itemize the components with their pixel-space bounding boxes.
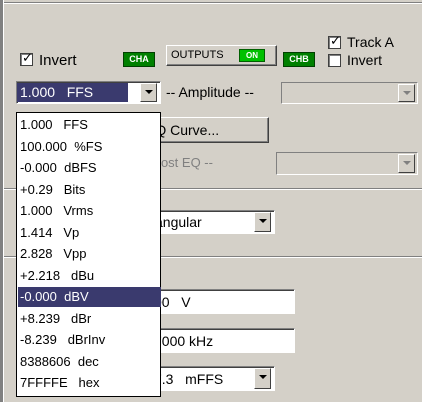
chevron-down-icon bbox=[259, 219, 267, 223]
unit-option[interactable]: 100.000 %FS bbox=[18, 137, 161, 157]
amplitude-b-select bbox=[281, 82, 418, 104]
unit-option[interactable]: 7FFFFE hex bbox=[18, 373, 161, 393]
track-a-checkbox[interactable]: ✓ bbox=[328, 33, 341, 49]
cha-badge: CHA bbox=[123, 52, 155, 67]
unit-dropdown-list[interactable]: 1.000 FFS 100.000 %FS -0.000 dBFS +0.29 Bit… bbox=[16, 112, 161, 397]
waveform-dropdown-button[interactable] bbox=[254, 212, 271, 232]
outputs-button[interactable]: OUTPUTS ON bbox=[166, 45, 277, 66]
amplitude-label: -- Amplitude -- bbox=[166, 84, 254, 100]
unit-option[interactable]: 2.828 Vpp bbox=[18, 244, 161, 264]
amplitude-b-dropdown-button bbox=[398, 84, 415, 102]
post-eq-dropdown-button bbox=[398, 154, 415, 173]
frequency-value: 7000 kHz bbox=[154, 333, 214, 349]
unit-option[interactable]: -0.000 dBV bbox=[18, 287, 161, 307]
chb-badge: CHB bbox=[283, 52, 315, 67]
unit-option[interactable]: +0.29 Bits bbox=[18, 180, 161, 200]
check-mark-icon: ✓ bbox=[330, 33, 341, 48]
chevron-down-icon bbox=[403, 161, 411, 165]
track-a-label: Track A bbox=[347, 34, 394, 50]
amplitude-unit-value: 1.000 FFS bbox=[17, 83, 128, 102]
outputs-label: OUTPUTS bbox=[171, 49, 224, 61]
top-separator-highlight bbox=[4, 3, 422, 4]
unit-option[interactable]: +2.218 dBu bbox=[18, 266, 161, 286]
amplitude-unit-select[interactable]: 1.000 FFS bbox=[16, 81, 161, 104]
unit-option[interactable]: +8.239 dBr bbox=[18, 309, 161, 329]
unit-option[interactable]: 1.000 Vrms bbox=[18, 201, 161, 221]
window-left-highlight bbox=[3, 0, 4, 402]
unit-option[interactable]: 1.000 FFS bbox=[18, 115, 161, 135]
invert-b-label: Invert bbox=[347, 52, 383, 68]
outputs-on-badge: ON bbox=[239, 49, 265, 62]
check-mark-icon: ✓ bbox=[22, 50, 33, 65]
invert-a-checkbox[interactable]: ✓ bbox=[20, 50, 33, 66]
chevron-down-icon bbox=[145, 90, 153, 94]
offset-value: 7.3 mFFS bbox=[154, 371, 224, 387]
invert-b-checkbox[interactable] bbox=[328, 54, 341, 67]
unit-option[interactable]: 8388606 dec bbox=[18, 352, 161, 372]
amplitude-unit-dropdown-button[interactable] bbox=[140, 83, 157, 102]
unit-option[interactable]: -0.000 dBFS bbox=[18, 158, 161, 178]
offset-dropdown-button[interactable] bbox=[254, 368, 271, 389]
chevron-down-icon bbox=[403, 91, 411, 95]
invert-a-label: Invert bbox=[39, 52, 77, 69]
unit-option[interactable]: -8.239 dBrInv bbox=[18, 330, 161, 350]
post-eq-select bbox=[276, 152, 418, 175]
unit-option[interactable]: 1.414 Vp bbox=[18, 223, 161, 243]
chevron-down-icon bbox=[259, 375, 267, 379]
waveform-value: angular bbox=[155, 214, 202, 230]
